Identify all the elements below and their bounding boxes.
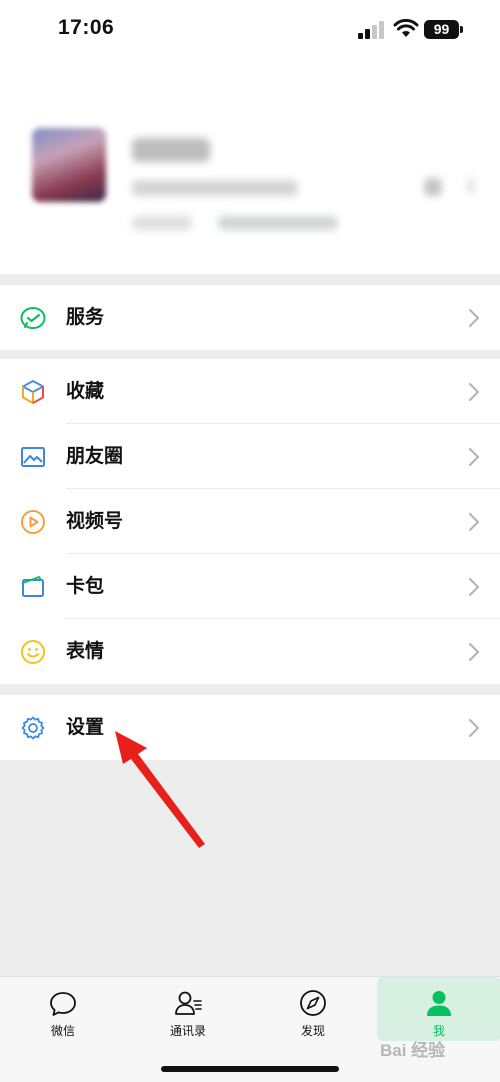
menu-item-label: 卡包: [66, 576, 105, 597]
profile-name-blurred: [132, 138, 210, 162]
tab-discover[interactable]: 发现: [251, 977, 375, 1041]
person-icon: [427, 991, 451, 1016]
profile-id-blurred: [132, 180, 298, 196]
wechat-pay-icon: [20, 307, 46, 329]
chevron-right-icon: [469, 383, 480, 401]
chat-bubble-icon: [50, 992, 76, 1016]
card-icon: [22, 576, 44, 597]
contacts-icon: [175, 991, 202, 1015]
menu-item-cards[interactable]: 卡包: [0, 554, 500, 619]
tab-label: 微信: [50, 1024, 75, 1038]
menu-item-moments[interactable]: 朋友圈: [0, 424, 500, 489]
avatar[interactable]: [32, 128, 106, 202]
menu-item-services[interactable]: 服务: [0, 285, 500, 350]
menu-item-label: 视频号: [66, 511, 124, 532]
compass-icon: [300, 990, 326, 1016]
menu-group-main: 收藏 朋友圈 视频号 卡包 表情: [0, 359, 500, 684]
menu-item-channels[interactable]: 视频号: [0, 489, 500, 554]
play-circle-icon: [21, 510, 45, 534]
battery-indicator: 99: [424, 20, 459, 39]
chevron-right-icon: [469, 309, 480, 327]
chevron-right-icon: [469, 719, 480, 737]
menu-item-label: 服务: [66, 307, 105, 328]
tab-chats[interactable]: 微信: [1, 977, 125, 1041]
menu-group-services: 服务: [0, 285, 500, 350]
tab-me[interactable]: 我: [377, 977, 500, 1041]
profile-status-blurred: [132, 216, 192, 230]
status-time: 17:06: [58, 16, 115, 39]
menu-item-label: 朋友圈: [66, 446, 124, 467]
chevron-right-icon: [469, 513, 480, 531]
menu-item-label: 收藏: [66, 381, 105, 402]
gear-icon: [21, 716, 45, 740]
signal-icon: [358, 21, 384, 39]
profile-friends-blurred: [218, 216, 338, 230]
menu-item-settings[interactable]: 设置: [0, 695, 500, 760]
profile-chevron-icon: [468, 178, 474, 194]
smiley-icon: [21, 640, 45, 664]
chevron-right-icon: [469, 448, 480, 466]
menu-item-label: 设置: [66, 717, 105, 738]
tab-label: 发现: [300, 1024, 325, 1038]
status-bar: 17:06 99: [0, 0, 500, 62]
tab-contacts[interactable]: 通讯录: [126, 977, 250, 1041]
menu-item-label: 表情: [66, 641, 105, 662]
menu-item-stickers[interactable]: 表情: [0, 619, 500, 684]
battery-tip: [460, 26, 463, 33]
watermark: Bai 经验: [380, 1041, 446, 1060]
tab-label: 通讯录: [169, 1024, 206, 1038]
chevron-right-icon: [469, 643, 480, 661]
wifi-icon: [393, 19, 419, 37]
qr-code-icon[interactable]: [424, 178, 442, 196]
cube-icon: [22, 380, 44, 404]
home-indicator[interactable]: [161, 1066, 339, 1072]
image-icon: [21, 447, 45, 467]
chevron-right-icon: [469, 578, 480, 596]
menu-group-settings: 设置: [0, 695, 500, 760]
menu-item-favorites[interactable]: 收藏: [0, 359, 500, 424]
profile-header[interactable]: [0, 62, 500, 274]
